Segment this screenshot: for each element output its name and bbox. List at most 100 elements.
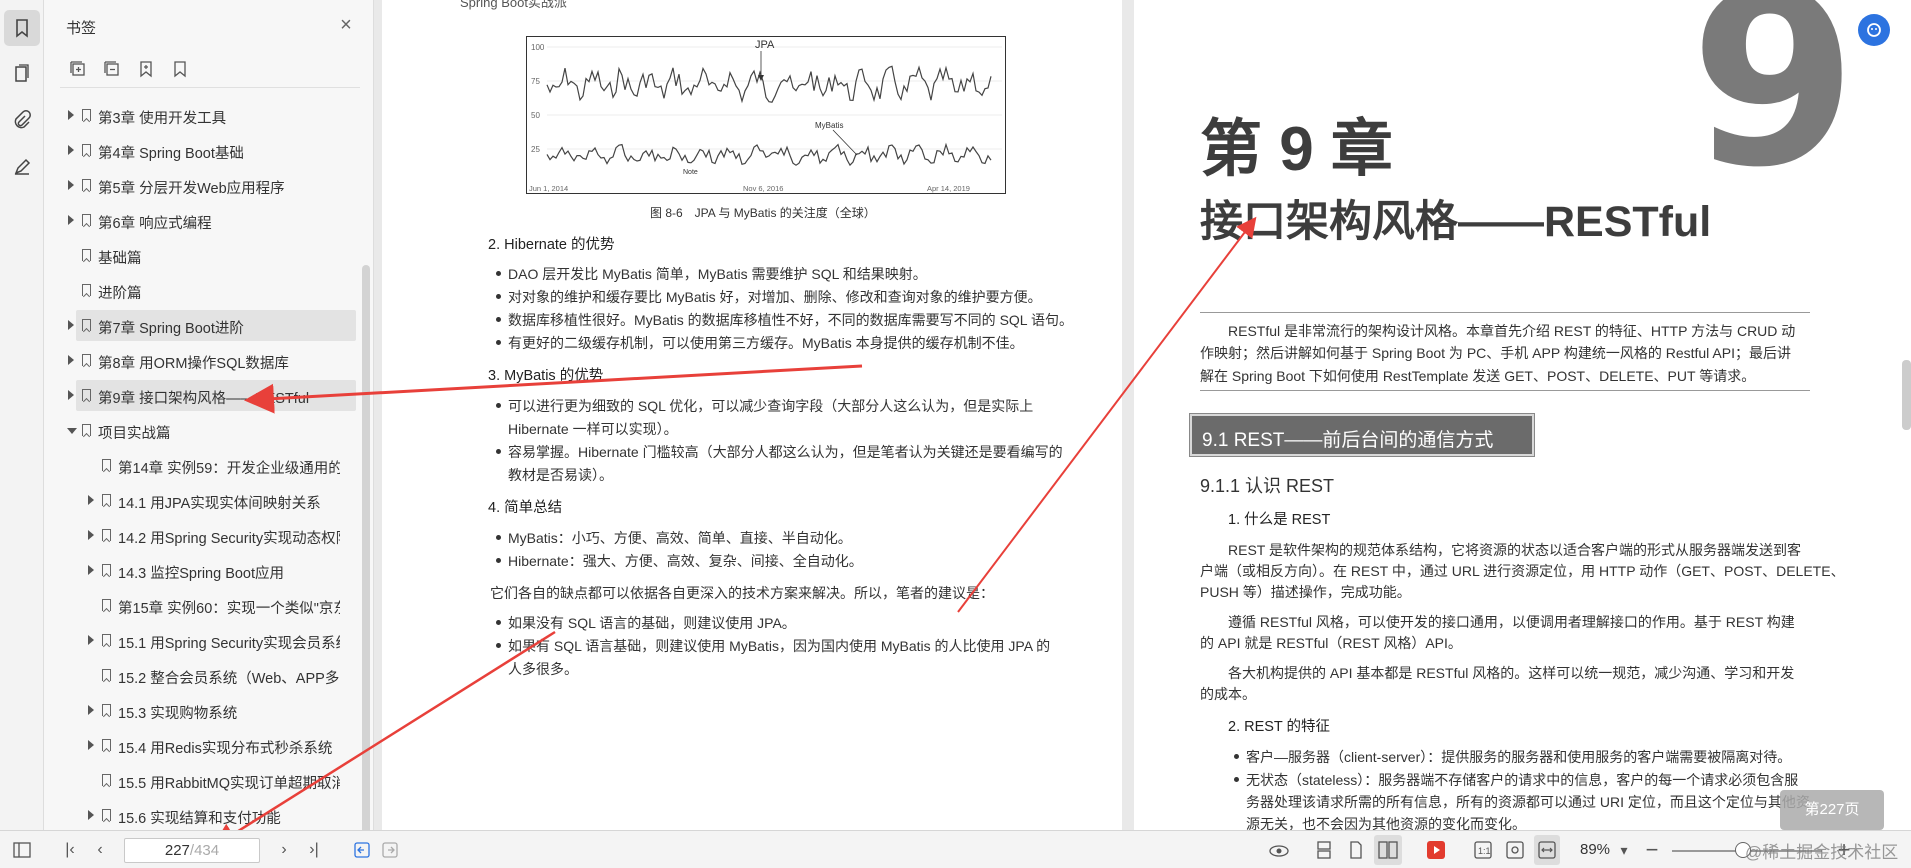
- trend-chart-figure: 100 75 50 25 JPA MyBatis Note Jun 1, 201…: [526, 36, 1006, 194]
- page-number-input[interactable]: 227/434: [124, 838, 260, 863]
- single-page-icon[interactable]: [1310, 831, 1338, 868]
- caret-right-icon[interactable]: [88, 565, 94, 575]
- caret-right-icon[interactable]: [68, 110, 74, 120]
- bookmark-label: 第15章 实例60：实现一个类似"京东"的电子商务商城: [118, 601, 340, 617]
- ytick-100: 100: [531, 43, 545, 52]
- first-page-icon[interactable]: |‹: [58, 831, 82, 868]
- next-page-icon[interactable]: ›: [272, 831, 296, 868]
- actual-size-icon[interactable]: 1:1: [1470, 831, 1496, 868]
- bookmark-label: 15.6 实现结算和支付功能: [118, 811, 281, 827]
- bookmark-item[interactable]: 第3章 使用开发工具: [44, 100, 356, 131]
- document-scrollbar[interactable]: [1902, 360, 1911, 430]
- bookmark-item[interactable]: 15.6 实现结算和支付功能: [44, 800, 356, 831]
- play-icon[interactable]: [1422, 831, 1450, 868]
- bookmark-icon: [16, 19, 28, 38]
- bookmark-item[interactable]: 进阶篇: [44, 275, 356, 306]
- bookmark-item[interactable]: 第7章 Spring Boot进阶: [44, 310, 356, 341]
- bookmark-label: 14.1 用JPA实现实体间映射关系: [118, 496, 321, 512]
- advice-mybatis-b: 人多很多。: [508, 661, 578, 677]
- ytick-50: 50: [531, 111, 540, 120]
- caret-right-icon[interactable]: [68, 215, 74, 225]
- page-gap: [1122, 0, 1134, 830]
- fit-width-icon[interactable]: [1534, 835, 1560, 865]
- add-bookmark-icon[interactable]: [134, 57, 158, 81]
- panel-scrollbar[interactable]: [362, 265, 370, 835]
- caret-right-icon[interactable]: [88, 495, 94, 505]
- zoom-dropdown-icon[interactable]: ▾: [1614, 831, 1634, 868]
- rest-para-2b: 的 API 就是 RESTful（REST 风格）API。: [1200, 635, 1462, 651]
- bookmark-item[interactable]: 基础篇: [44, 240, 356, 271]
- bookmark-item[interactable]: 14.2 用Spring Security实现动态权限: [44, 520, 356, 551]
- bookmark-item[interactable]: 第9章 接口架构风格——RESTful: [44, 380, 356, 411]
- expand-all-icon[interactable]: [66, 57, 90, 81]
- forward-icon[interactable]: [378, 831, 402, 868]
- mybatis-series-line: [546, 142, 992, 167]
- sidebar-toggle-icon[interactable]: [8, 831, 36, 868]
- bookmark-icon: [102, 494, 111, 506]
- caret-right-icon[interactable]: [88, 810, 94, 820]
- bookmark-item[interactable]: 15.1 用Spring Security实现会员系统: [44, 625, 356, 656]
- hibernate-point-4: 有更好的二级缓存机制，可以使用第三方缓存。MyBatis 本身提供的缓存机制不佳…: [508, 335, 1024, 351]
- bookmark-item[interactable]: 第14章 实例59：开发企业级通用的后台系统: [44, 450, 356, 481]
- bookmark-icon: [82, 179, 91, 191]
- caret-right-icon[interactable]: [68, 145, 74, 155]
- bookmark-rail-button[interactable]: [4, 10, 40, 46]
- feature-client-server: 客户—服务器（client-server）：提供服务的服务器和使用服务的客户端需…: [1246, 749, 1792, 765]
- panel-title: 书签: [66, 20, 97, 37]
- caret-right-icon[interactable]: [88, 705, 94, 715]
- caret-right-icon[interactable]: [68, 180, 74, 190]
- bullet: [496, 340, 501, 345]
- trend-chart: 100 75 50 25 JPA MyBatis Note Jun 1, 201…: [529, 39, 1002, 193]
- last-page-icon[interactable]: ›|: [302, 831, 326, 868]
- collapse-all-icon[interactable]: [100, 57, 124, 81]
- annot-mybatis: MyBatis: [815, 121, 843, 130]
- signature-rail-button[interactable]: [4, 148, 40, 184]
- eye-care-icon[interactable]: [1265, 831, 1293, 868]
- caret-right-icon[interactable]: [88, 635, 94, 645]
- fit-page-icon[interactable]: [1502, 831, 1528, 868]
- bookmark-item[interactable]: 15.5 用RabbitMQ实现订单超期取消功能: [44, 765, 356, 796]
- bullet: [1234, 777, 1239, 782]
- xtick-2016: Nov 6, 2016: [743, 184, 783, 193]
- caret-right-icon[interactable]: [68, 390, 74, 400]
- caret-right-icon[interactable]: [68, 355, 74, 365]
- two-page-icon[interactable]: [1374, 835, 1402, 865]
- heading-rest-features: 2. REST 的特征: [1228, 719, 1331, 735]
- bookmark-icon: [82, 144, 91, 156]
- bookmark-label: 第6章 响应式编程: [98, 216, 212, 232]
- bullet: [496, 271, 501, 276]
- heading-summary: 4. 简单总结: [488, 500, 563, 516]
- bookmark-item[interactable]: 项目实战篇: [44, 415, 356, 446]
- caret-right-icon[interactable]: [68, 320, 74, 330]
- ai-assistant-button[interactable]: [1858, 14, 1890, 46]
- prev-page-icon[interactable]: ‹: [88, 831, 112, 868]
- bookmark-item[interactable]: 15.3 实现购物系统: [44, 695, 356, 726]
- bookmark-item[interactable]: 14.3 监控Spring Boot应用: [44, 555, 356, 586]
- bookmark-item[interactable]: 15.2 整合会员系统（Web、APP多端）: [44, 660, 356, 691]
- bookmark-item[interactable]: 第8章 用ORM操作SQL数据库: [44, 345, 356, 376]
- bookmark-label: 第9章 接口架构风格——RESTful: [98, 391, 310, 407]
- bookmark-item[interactable]: 第6章 响应式编程: [44, 205, 356, 236]
- caret-right-icon[interactable]: [88, 740, 94, 750]
- caret-right-icon[interactable]: [88, 530, 94, 540]
- bookmark-item[interactable]: 第5章 分层开发Web应用程序: [44, 170, 356, 201]
- zoom-level[interactable]: 89%: [1580, 841, 1610, 858]
- bookmark-item[interactable]: 14.1 用JPA实现实体间映射关系: [44, 485, 356, 516]
- rest-para-3b: 的成本。: [1200, 686, 1256, 702]
- thumbnail-rail-button[interactable]: [4, 56, 40, 92]
- zoom-out-icon[interactable]: −: [1640, 831, 1664, 868]
- hibernate-point-1: DAO 层开发比 MyBatis 简单，MyBatis 需要维护 SQL 和结果…: [508, 266, 927, 282]
- bookmark-item[interactable]: 第15章 实例60：实现一个类似"京东"的电子商务商城: [44, 590, 356, 621]
- remove-bookmark-icon[interactable]: [168, 57, 192, 81]
- advice-mybatis-a: 如果有 SQL 语言基础，则建议使用 MyBatis，因为国内使用 MyBati…: [508, 638, 1051, 654]
- bookmark-item[interactable]: 第4章 Spring Boot基础: [44, 135, 356, 166]
- close-icon[interactable]: ×: [336, 15, 356, 35]
- bookmark-label: 15.2 整合会员系统（Web、APP多端）: [118, 671, 340, 687]
- bookmark-item[interactable]: 15.4 用Redis实现分布式秒杀系统: [44, 730, 356, 761]
- caret-down-icon[interactable]: [67, 428, 77, 434]
- xtick-2014: Jun 1, 2014: [529, 184, 568, 193]
- continuous-page-icon[interactable]: [1342, 831, 1370, 868]
- back-icon[interactable]: [350, 831, 374, 868]
- figure-caption: 图 8-6 JPA 与 MyBatis 的关注度（全球）: [650, 206, 876, 220]
- attachment-rail-button[interactable]: [4, 102, 40, 138]
